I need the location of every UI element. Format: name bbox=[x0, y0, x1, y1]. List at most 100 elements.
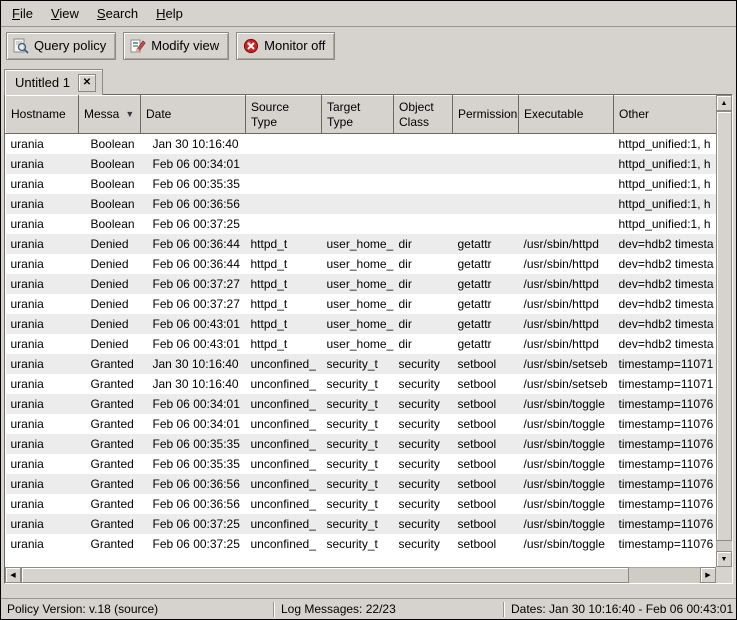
horizontal-scrollbar[interactable]: ◀ ▶ bbox=[5, 567, 716, 583]
scroll-down-icon[interactable]: ▼ bbox=[716, 551, 732, 567]
cell-permission: setbool bbox=[453, 434, 519, 454]
table-row[interactable]: uraniaBooleanFeb 06 00:36:56httpd_unifie… bbox=[6, 194, 717, 214]
cell-object-class: security bbox=[394, 474, 453, 494]
cell-executable: /usr/sbin/httpd bbox=[519, 254, 614, 274]
cell-target-type bbox=[322, 154, 394, 174]
column-header-other[interactable]: Other bbox=[614, 96, 717, 134]
table-row[interactable]: uraniaDeniedFeb 06 00:37:27httpd_tuser_h… bbox=[6, 274, 717, 294]
cell-target-type: security_t bbox=[322, 514, 394, 534]
cell-executable bbox=[519, 214, 614, 234]
cell-object-class: security bbox=[394, 434, 453, 454]
table-row[interactable]: uraniaGrantedFeb 06 00:34:01unconfined_s… bbox=[6, 414, 717, 434]
cell-other: timestamp=11076 bbox=[614, 474, 717, 494]
cell-hostname: urania bbox=[6, 334, 79, 354]
vertical-scroll-thumb[interactable] bbox=[716, 111, 732, 541]
table-row[interactable]: uraniaBooleanJan 30 10:16:40httpd_unifie… bbox=[6, 134, 717, 154]
query-policy-icon bbox=[13, 38, 29, 54]
column-header-messa[interactable]: Messa▼ bbox=[79, 96, 141, 134]
query-policy-button[interactable]: Query policy bbox=[6, 32, 116, 60]
cell-permission bbox=[453, 174, 519, 194]
cell-object-class: dir bbox=[394, 334, 453, 354]
cell-other: timestamp=11076 bbox=[614, 434, 717, 454]
cell-messa: Denied bbox=[79, 254, 141, 274]
tab-untitled-1[interactable]: Untitled 1 ✕ bbox=[4, 69, 103, 95]
scroll-right-icon[interactable]: ▶ bbox=[700, 567, 716, 583]
menu-item-view[interactable]: View bbox=[42, 2, 88, 25]
monitor-off-button[interactable]: Monitor off bbox=[236, 32, 335, 60]
cell-target-type: security_t bbox=[322, 534, 394, 554]
table-row[interactable]: uraniaDeniedFeb 06 00:36:44httpd_tuser_h… bbox=[6, 234, 717, 254]
table-header-row: HostnameMessa▼DateSource TypeTarget Type… bbox=[6, 96, 717, 134]
cell-executable: /usr/sbin/httpd bbox=[519, 234, 614, 254]
column-header-label: Permission bbox=[458, 107, 517, 121]
cell-date: Jan 30 10:16:40 bbox=[141, 354, 246, 374]
table-row[interactable]: uraniaGrantedFeb 06 00:37:25unconfined_s… bbox=[6, 514, 717, 534]
cell-other: dev=hdb2 timesta bbox=[614, 234, 717, 254]
table-row[interactable]: uraniaGrantedFeb 06 00:34:01unconfined_s… bbox=[6, 394, 717, 414]
cell-target-type: security_t bbox=[322, 494, 394, 514]
cell-date: Jan 30 10:16:40 bbox=[141, 134, 246, 154]
column-header-label: Object Class bbox=[399, 100, 434, 129]
table-row[interactable]: uraniaGrantedJan 30 10:16:40unconfined_s… bbox=[6, 354, 717, 374]
column-header-executable[interactable]: Executable bbox=[519, 96, 614, 134]
cell-messa: Granted bbox=[79, 534, 141, 554]
modify-view-button[interactable]: Modify view bbox=[123, 32, 229, 60]
cell-messa: Boolean bbox=[79, 214, 141, 234]
cell-hostname: urania bbox=[6, 374, 79, 394]
cell-permission: getattr bbox=[453, 234, 519, 254]
cell-object-class: security bbox=[394, 414, 453, 434]
column-header-permission[interactable]: Permission bbox=[453, 96, 519, 134]
menu-item-file[interactable]: File bbox=[3, 2, 42, 25]
cell-messa: Granted bbox=[79, 354, 141, 374]
cell-permission: setbool bbox=[453, 474, 519, 494]
modify-view-icon bbox=[130, 38, 146, 54]
cell-executable: /usr/sbin/httpd bbox=[519, 334, 614, 354]
cell-messa: Denied bbox=[79, 294, 141, 314]
menu-item-search[interactable]: Search bbox=[88, 2, 147, 25]
table-row[interactable]: uraniaGrantedJan 30 10:16:40unconfined_s… bbox=[6, 374, 717, 394]
column-header-hostname[interactable]: Hostname bbox=[6, 96, 79, 134]
monitor-off-label: Monitor off bbox=[264, 38, 325, 53]
cell-hostname: urania bbox=[6, 414, 79, 434]
cell-hostname: urania bbox=[6, 494, 79, 514]
cell-object-class bbox=[394, 134, 453, 154]
cell-object-class bbox=[394, 154, 453, 174]
table-row[interactable]: uraniaBooleanFeb 06 00:35:35httpd_unifie… bbox=[6, 174, 717, 194]
cell-source-type: unconfined_ bbox=[246, 434, 322, 454]
cell-messa: Granted bbox=[79, 514, 141, 534]
cell-other: dev=hdb2 timesta bbox=[614, 314, 717, 334]
vertical-scrollbar[interactable]: ▲ ▼ bbox=[716, 95, 732, 567]
column-header-label: Executable bbox=[524, 107, 583, 121]
scroll-up-icon[interactable]: ▲ bbox=[716, 95, 732, 111]
tab-close-button[interactable]: ✕ bbox=[78, 74, 96, 92]
cell-permission: setbool bbox=[453, 454, 519, 474]
column-header-object-class[interactable]: Object Class bbox=[394, 96, 453, 134]
table-row[interactable]: uraniaGrantedFeb 06 00:36:56unconfined_s… bbox=[6, 494, 717, 514]
cell-object-class bbox=[394, 214, 453, 234]
menu-item-help[interactable]: Help bbox=[147, 2, 192, 25]
cell-messa: Denied bbox=[79, 234, 141, 254]
table-row[interactable]: uraniaBooleanFeb 06 00:34:01httpd_unifie… bbox=[6, 154, 717, 174]
table-viewport: HostnameMessa▼DateSource TypeTarget Type… bbox=[5, 95, 716, 567]
table-row[interactable]: uraniaBooleanFeb 06 00:37:25httpd_unifie… bbox=[6, 214, 717, 234]
table-row[interactable]: uraniaGrantedFeb 06 00:37:25unconfined_s… bbox=[6, 534, 717, 554]
cell-object-class bbox=[394, 194, 453, 214]
cell-object-class bbox=[394, 174, 453, 194]
column-header-label: Target Type bbox=[327, 100, 360, 129]
scroll-left-icon[interactable]: ◀ bbox=[5, 567, 21, 583]
column-header-date[interactable]: Date bbox=[141, 96, 246, 134]
horizontal-scroll-thumb[interactable] bbox=[21, 567, 629, 583]
table-row[interactable]: uraniaGrantedFeb 06 00:35:35unconfined_s… bbox=[6, 434, 717, 454]
table-row[interactable]: uraniaGrantedFeb 06 00:35:35unconfined_s… bbox=[6, 454, 717, 474]
menubar: FileViewSearchHelp bbox=[1, 1, 736, 27]
table-row[interactable]: uraniaDeniedFeb 06 00:43:01httpd_tuser_h… bbox=[6, 334, 717, 354]
table-row[interactable]: uraniaDeniedFeb 06 00:36:44httpd_tuser_h… bbox=[6, 254, 717, 274]
column-header-target-type[interactable]: Target Type bbox=[322, 96, 394, 134]
column-header-source-type[interactable]: Source Type bbox=[246, 96, 322, 134]
table-row[interactable]: uraniaDeniedFeb 06 00:37:27httpd_tuser_h… bbox=[6, 294, 717, 314]
cell-hostname: urania bbox=[6, 454, 79, 474]
cell-other: dev=hdb2 timesta bbox=[614, 294, 717, 314]
status-policy-version: Policy Version: v.18 (source) bbox=[1, 602, 273, 616]
table-row[interactable]: uraniaGrantedFeb 06 00:36:56unconfined_s… bbox=[6, 474, 717, 494]
table-row[interactable]: uraniaDeniedFeb 06 00:43:01httpd_tuser_h… bbox=[6, 314, 717, 334]
